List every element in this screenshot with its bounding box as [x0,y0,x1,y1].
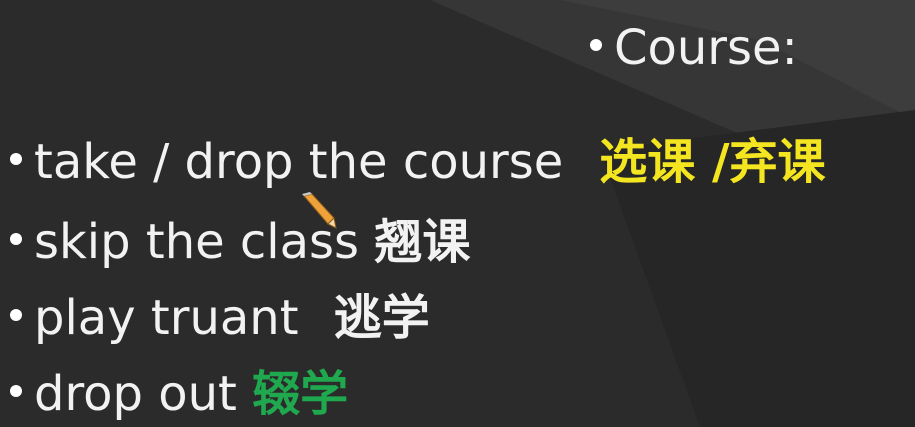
bullet-dot-icon [10,233,22,245]
bullet-item-take-drop: take / drop the course 选课 /弃课 [10,134,826,190]
bullet-chinese-text: 逃学 [333,290,430,346]
heading-text: Course: [614,20,798,76]
bullet-chinese-text: 选课 /弃课 [599,134,826,190]
bullet-item-skip-class: skip the class 翘课 [10,214,470,270]
slide-heading: Course: [590,20,798,76]
bullet-dot-icon [10,385,22,397]
bullet-item-drop-out: drop out 辍学 [10,366,348,422]
bullet-chinese-text: 辍学 [252,366,349,422]
bullet-english-text: play truant [34,290,314,346]
bullet-chinese-text: 翘课 [374,214,471,270]
bullet-english-text: take / drop the course [34,134,564,190]
bullet-dot-icon [10,309,22,321]
presentation-slide: Course: take / drop the course 选课 /弃课 ski… [0,0,915,427]
bullet-dot-icon [10,153,22,165]
bullet-item-play-truant: play truant 逃学 [10,290,430,346]
bullet-dot-icon [590,39,602,51]
bullet-english-text: drop out [34,366,253,422]
pencil-icon [302,192,337,229]
